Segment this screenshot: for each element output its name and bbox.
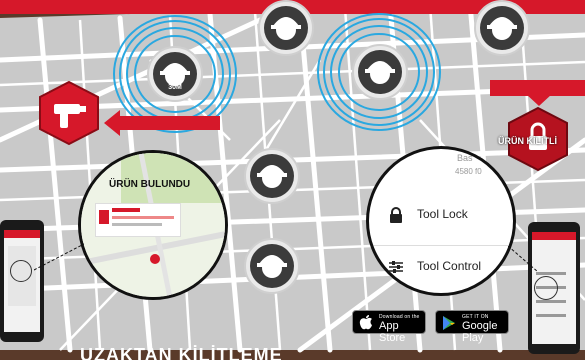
menu-divider <box>369 245 513 246</box>
card-text-line <box>112 223 162 226</box>
drill-tool-marker[interactable] <box>36 80 102 146</box>
product-found-zoom: ÜRÜN BULUNDU <box>78 150 228 300</box>
tool-menu-zoom: Bas 4580 f0 Tool Lock Tool Control <box>366 146 516 296</box>
app-store-big-text: App Store <box>379 320 406 344</box>
worker-helmet-icon <box>250 154 294 198</box>
menu-item-label: Tool Lock <box>417 207 468 221</box>
zoom-connector-left <box>34 243 84 271</box>
card-text-line <box>112 216 174 219</box>
distance-label: 30M <box>168 84 182 91</box>
google-play-big-text: Google Play <box>462 320 498 344</box>
card-text-line <box>112 208 140 212</box>
apple-icon <box>359 315 372 330</box>
worker-marker[interactable] <box>258 0 314 56</box>
worker-marker[interactable] <box>244 148 300 204</box>
phone-screen <box>532 232 576 344</box>
worker-helmet-icon <box>264 6 308 50</box>
worker-marker[interactable] <box>244 238 300 294</box>
product-locked-badge: ÜRÜN KİLİTLİ <box>498 136 557 146</box>
app-store-button[interactable]: Download on the App Store <box>352 310 426 344</box>
header-partial-text: 4580 f0 <box>455 167 482 176</box>
tool-thumbnail <box>99 210 109 224</box>
worker-marker[interactable] <box>352 44 408 100</box>
lock-icon <box>390 207 402 223</box>
found-item-card[interactable] <box>95 203 181 237</box>
header-partial-text: Bas <box>457 153 473 163</box>
phone-left <box>0 220 44 342</box>
arrow-head-icon <box>526 94 552 106</box>
worker-marker[interactable]: 30M <box>147 46 203 102</box>
worker-helmet-icon <box>358 50 402 94</box>
phone-right <box>528 222 580 354</box>
direction-arrow-left <box>116 116 220 130</box>
zoom-connector-right <box>508 246 538 273</box>
found-panel-title: ÜRÜN BULUNDU <box>109 179 191 190</box>
arrow-head-icon <box>104 110 120 136</box>
promo-map-canvas: 30M ÜRÜN KİLİTLİ ÜRÜN BULUNDU Bas 4580 f… <box>0 0 585 360</box>
menu-item-label: Tool Control <box>417 259 482 273</box>
bottom-headline: UZAKTAN KİLİTLEME <box>80 345 283 360</box>
worker-helmet-icon <box>153 52 197 96</box>
worker-helmet-icon <box>250 244 294 288</box>
worker-helmet-icon <box>480 6 524 50</box>
menu-item-tool-lock[interactable]: Tool Lock <box>379 203 513 229</box>
worker-marker[interactable] <box>474 0 530 56</box>
menu-item-tool-control[interactable]: Tool Control <box>379 255 513 281</box>
sliders-icon <box>389 261 403 273</box>
play-icon <box>443 316 455 330</box>
google-play-button[interactable]: GET IT ON Google Play <box>435 310 509 344</box>
